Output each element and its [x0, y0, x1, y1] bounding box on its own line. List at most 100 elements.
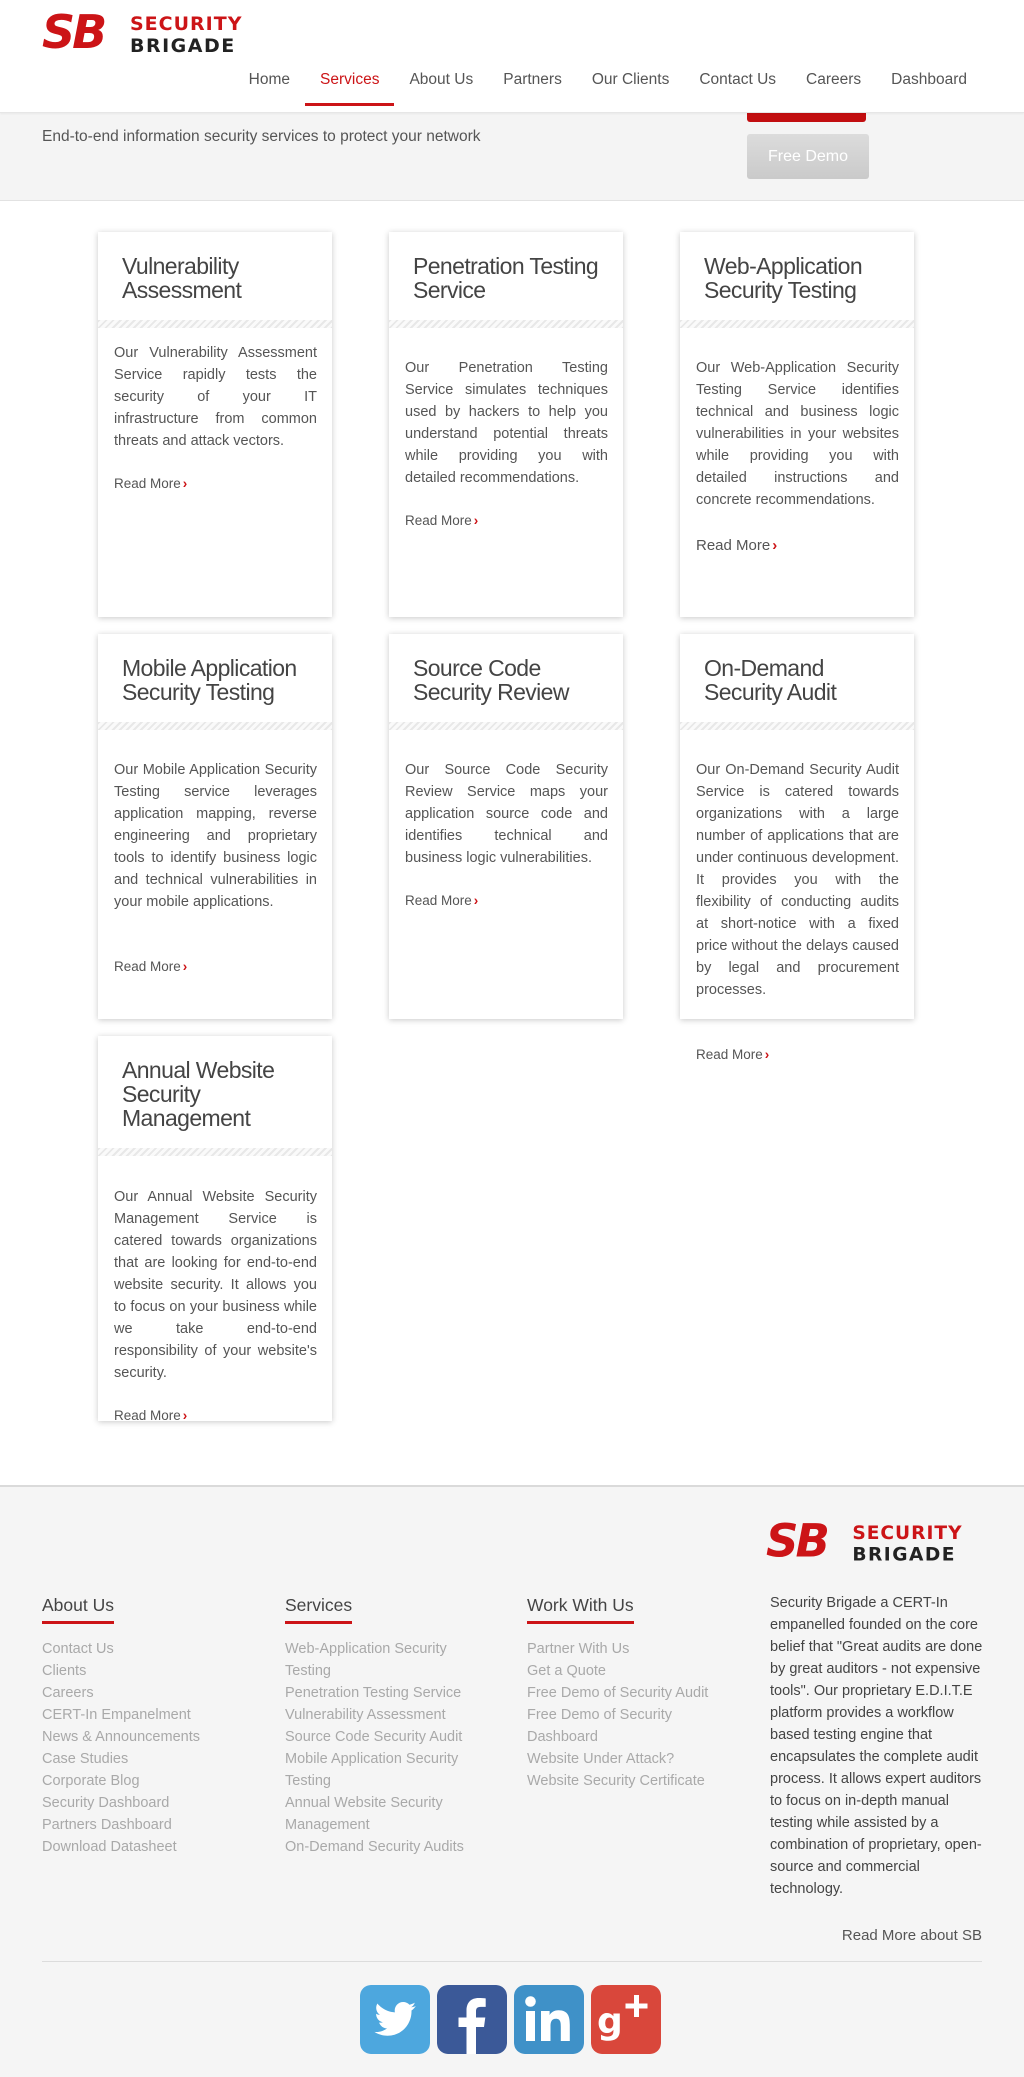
nav-about-us[interactable]: About Us — [394, 62, 488, 106]
svg-text:BRIGADE: BRIGADE — [852, 1545, 956, 1563]
footer-link[interactable]: CERT-In Empanelment — [42, 1704, 252, 1726]
read-more-link[interactable]: Read More › — [405, 513, 478, 528]
svg-text:SECURITY: SECURITY — [852, 1523, 962, 1544]
footer-link[interactable]: Website Security Certificate — [527, 1770, 742, 1792]
card-title[interactable]: Penetration Testing Service — [413, 254, 607, 302]
footer-link[interactable]: Penetration Testing Service — [285, 1682, 495, 1704]
brand-bottom-word: BRIGADE — [130, 35, 236, 54]
footer-link[interactable]: Download Datasheet — [42, 1836, 252, 1858]
footer-link[interactable]: Corporate Blog — [42, 1770, 252, 1792]
footer-link[interactable]: Vulnerability Assessment — [285, 1704, 495, 1726]
nav-dashboard[interactable]: Dashboard — [876, 62, 982, 106]
brand-logo[interactable]: SB SECURITY BRIGADE — [42, 8, 252, 54]
facebook-icon[interactable] — [437, 1985, 507, 2054]
card-description: Our Penetration Testing Service simulate… — [405, 360, 608, 486]
card-description: Our Vulnerability Assessment Service rap… — [114, 345, 317, 449]
card-description: Our Source Code Security Review Service … — [405, 762, 608, 866]
card-description: Our Web-Application Security Testing Ser… — [696, 360, 899, 508]
footer-link[interactable]: Free Demo of Security Audit — [527, 1682, 742, 1704]
read-more-link[interactable]: Read More › — [696, 1047, 769, 1062]
footer-link[interactable]: Partner With Us — [527, 1638, 742, 1660]
footer-link[interactable]: Clients — [42, 1660, 252, 1682]
card-divider — [680, 722, 914, 730]
chevron-right-icon: › — [473, 893, 479, 908]
twitter-icon[interactable] — [360, 1985, 430, 2054]
card-title[interactable]: Web-Application Security Testing — [704, 254, 898, 302]
card-divider — [98, 722, 332, 730]
site-header: SB SECURITY BRIGADE Home Services About … — [0, 0, 1024, 113]
card-divider — [389, 320, 623, 328]
chevron-right-icon: › — [772, 537, 778, 554]
card-title[interactable]: On-Demand Security Audit — [704, 656, 898, 704]
service-card: Mobile Application Security Testing Our … — [98, 634, 332, 1019]
brand-mark-icon: SB — [766, 1517, 830, 1563]
footer-link[interactable]: Careers — [42, 1682, 252, 1704]
service-card: Web-Application Security Testing Our Web… — [680, 232, 914, 617]
footer-link[interactable]: News & Announcements — [42, 1726, 252, 1748]
footer-link[interactable]: Website Under Attack? — [527, 1748, 742, 1770]
chevron-right-icon: › — [764, 1047, 770, 1062]
footer-column-work-with-us: Work With Us Partner With Us Get a Quote… — [527, 1595, 742, 1792]
read-more-link[interactable]: Read More › — [114, 959, 187, 974]
free-demo-button[interactable]: Free Demo — [747, 134, 869, 179]
nav-contact-us[interactable]: Contact Us — [684, 62, 791, 106]
read-more-link[interactable]: Read More › — [696, 537, 777, 554]
svg-text:SB: SB — [42, 8, 105, 54]
footer-column-title: About Us — [42, 1595, 114, 1624]
footer-column-title: Services — [285, 1595, 353, 1624]
linkedin-icon[interactable] — [514, 1985, 584, 2054]
footer-link[interactable]: Get a Quote — [527, 1660, 742, 1682]
hero-band: End-to-end information security services… — [0, 104, 1024, 201]
service-card: Vulnerability Assessment Our Vulnerabili… — [98, 232, 332, 617]
footer-divider — [42, 1961, 982, 1962]
main-nav: Home Services About Us Partners Our Clie… — [234, 62, 982, 106]
footer-link[interactable]: Source Code Security Audit — [285, 1726, 495, 1748]
footer-link[interactable]: Free Demo of Security Dashboard — [527, 1704, 742, 1748]
footer-link[interactable]: Mobile Application Security Testing — [285, 1748, 495, 1792]
social-links: g — [360, 1985, 661, 2054]
read-more-about-link[interactable]: Read More about SB — [842, 1927, 982, 1944]
nav-services[interactable]: Services — [305, 62, 395, 106]
footer-column-about: About Us Contact Us Clients Careers CERT… — [42, 1595, 252, 1858]
footer-column-title: Work With Us — [527, 1595, 634, 1624]
read-more-link[interactable]: Read More › — [405, 893, 478, 908]
nav-partners[interactable]: Partners — [488, 62, 577, 106]
read-more-link[interactable]: Read More › — [114, 476, 187, 491]
card-description: Our On-Demand Security Audit Service is … — [696, 762, 899, 998]
card-divider — [98, 1148, 332, 1156]
hero-subtitle: End-to-end information security services… — [42, 128, 481, 145]
card-title[interactable]: Vulnerability Assessment — [122, 254, 316, 302]
card-title[interactable]: Mobile Application Security Testing — [122, 656, 316, 704]
read-more-link[interactable]: Read More › — [114, 1408, 187, 1423]
chevron-right-icon: › — [473, 513, 479, 528]
footer-column-services: Services Web-Application Security Testin… — [285, 1595, 495, 1858]
chevron-right-icon: › — [182, 959, 188, 974]
footer-link[interactable]: On-Demand Security Audits — [285, 1836, 495, 1858]
footer-link[interactable]: Annual Website Security Management — [285, 1792, 495, 1836]
nav-home[interactable]: Home — [234, 62, 305, 106]
card-divider — [98, 320, 332, 328]
service-card: On-Demand Security Audit Our On-Demand S… — [680, 634, 914, 1062]
footer-link[interactable]: Contact Us — [42, 1638, 252, 1660]
card-title[interactable]: Source Code Security Review — [413, 656, 607, 704]
chevron-right-icon: › — [182, 476, 188, 491]
brand-mark-icon: SB — [42, 8, 108, 54]
card-divider — [680, 320, 914, 328]
footer-link[interactable]: Web-Application Security Testing — [285, 1638, 495, 1682]
google-plus-icon[interactable]: g — [591, 1985, 661, 2054]
footer-link[interactable]: Partners Dashboard — [42, 1814, 252, 1836]
site-footer: SB SECURITY BRIGADE About Us Contact Us … — [0, 1485, 1024, 2077]
footer-link[interactable]: Case Studies — [42, 1748, 252, 1770]
nav-careers[interactable]: Careers — [791, 62, 876, 106]
card-title[interactable]: Annual Website Security Management — [122, 1058, 316, 1130]
service-card: Penetration Testing Service Our Penetrat… — [389, 232, 623, 617]
svg-text:SB: SB — [766, 1517, 828, 1563]
card-description: Our Annual Website Security Management S… — [114, 1189, 317, 1381]
svg-text:g: g — [597, 2001, 623, 2042]
footer-brand-logo[interactable]: SB SECURITY BRIGADE — [766, 1517, 972, 1563]
footer-link[interactable]: Security Dashboard — [42, 1792, 252, 1814]
chevron-right-icon: › — [182, 1408, 188, 1423]
service-card: Source Code Security Review Our Source C… — [389, 634, 623, 1019]
nav-our-clients[interactable]: Our Clients — [577, 62, 685, 106]
footer-about-text: Security Brigade a CERT-In empanelled fo… — [770, 1595, 983, 1897]
